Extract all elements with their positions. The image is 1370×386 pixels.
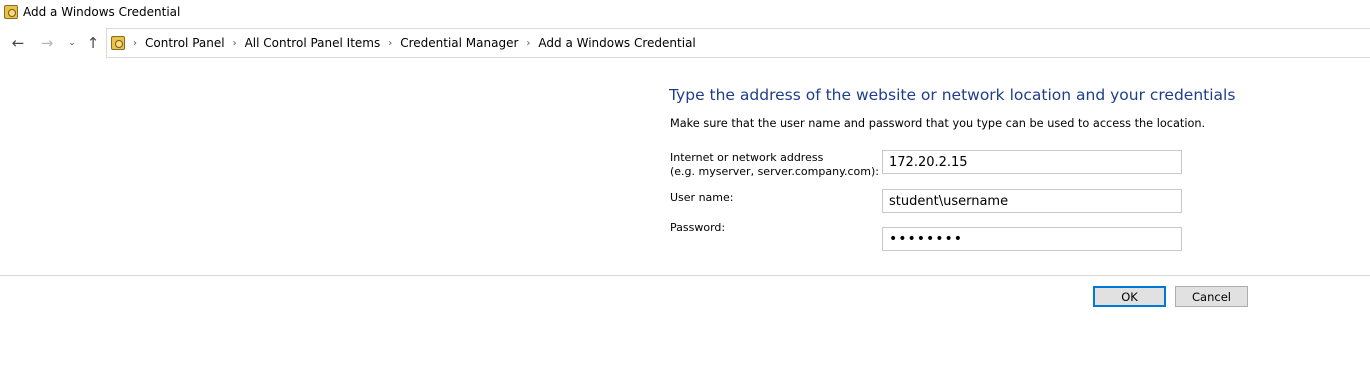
cancel-button[interactable]: Cancel xyxy=(1175,286,1248,307)
breadcrumb-separator-icon[interactable]: › xyxy=(233,38,237,49)
address-bar[interactable]: › Control Panel › All Control Panel Item… xyxy=(106,28,1370,58)
control-panel-icon xyxy=(111,36,125,50)
page-heading: Type the address of the website or netwo… xyxy=(669,86,1236,104)
network-address-input[interactable]: 172.20.2.15 xyxy=(882,150,1182,174)
ok-button[interactable]: OK xyxy=(1093,286,1166,307)
forward-arrow-icon[interactable]: → xyxy=(36,32,58,54)
credential-manager-icon xyxy=(4,5,18,19)
username-input[interactable]: student\username xyxy=(882,189,1182,213)
back-arrow-icon[interactable]: ← xyxy=(7,32,29,54)
title-bar: Add a Windows Credential xyxy=(0,0,1370,24)
breadcrumb-credential-manager[interactable]: Credential Manager xyxy=(400,36,518,50)
credential-form-header: Type the address of the website or netwo… xyxy=(669,86,1269,130)
breadcrumb-separator-icon[interactable]: › xyxy=(388,38,392,49)
breadcrumb-control-panel[interactable]: Control Panel xyxy=(145,36,225,50)
recent-locations-chevron-down-icon[interactable]: ⌄ xyxy=(65,32,79,54)
username-label: User name: xyxy=(670,191,734,204)
instructions-text: Make sure that the user name and passwor… xyxy=(670,117,1206,130)
breadcrumb-separator-icon[interactable]: › xyxy=(526,38,530,49)
address-label-line2: (e.g. myserver, server.company.com): xyxy=(670,165,879,178)
breadcrumb-all-control-panel-items[interactable]: All Control Panel Items xyxy=(245,36,381,50)
navigation-bar: ← → ⌄ ↑ › Control Panel › All Control Pa… xyxy=(0,28,1370,58)
password-label: Password: xyxy=(670,221,726,234)
breadcrumb-add-windows-credential[interactable]: Add a Windows Credential xyxy=(538,36,695,50)
breadcrumb-separator-icon[interactable]: › xyxy=(133,38,137,49)
address-label: Internet or network address (e.g. myserv… xyxy=(670,151,879,179)
address-label-line1: Internet or network address xyxy=(670,151,824,164)
password-input[interactable]: •••••••• xyxy=(882,227,1182,251)
up-arrow-icon[interactable]: ↑ xyxy=(82,32,104,54)
divider xyxy=(0,275,1370,276)
window-title: Add a Windows Credential xyxy=(23,5,181,19)
